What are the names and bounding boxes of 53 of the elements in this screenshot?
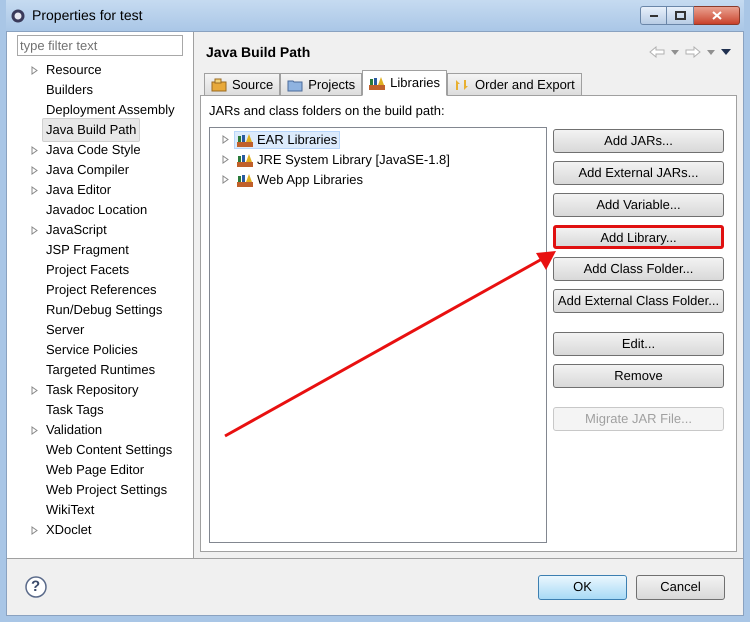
library-item[interactable]: EAR Libraries — [234, 130, 340, 148]
expand-icon[interactable] — [31, 386, 38, 394]
action-button[interactable]: Add JARs... — [553, 128, 724, 152]
help-icon[interactable] — [25, 576, 47, 598]
menu-icon[interactable] — [721, 49, 731, 55]
expand-icon[interactable] — [31, 426, 38, 434]
back-arrow-icon[interactable] — [649, 46, 665, 58]
action-button[interactable]: Add Class Folder... — [553, 256, 724, 280]
expand-icon[interactable] — [31, 166, 38, 174]
expand-icon[interactable] — [31, 66, 38, 74]
books-icon — [237, 132, 253, 146]
arrows-icon — [454, 78, 470, 92]
books-icon — [237, 172, 253, 186]
tab[interactable]: Projects — [280, 73, 362, 95]
action-button[interactable]: Add External JARs... — [553, 160, 724, 184]
dropdown-icon[interactable] — [671, 50, 679, 54]
list-caption: JARs and class folders on the build path: — [209, 102, 446, 120]
action-button[interactable]: Add Library... — [553, 224, 724, 248]
expand-icon[interactable] — [222, 135, 229, 144]
nav-item[interactable]: Java Build Path — [42, 118, 140, 142]
expand-icon[interactable] — [222, 155, 229, 164]
books-icon — [369, 76, 386, 90]
expand-icon[interactable] — [31, 146, 38, 154]
minimize-icon — [648, 14, 658, 18]
page-title: Java Build Path — [206, 42, 310, 62]
ok-button[interactable]: OK — [538, 574, 627, 600]
maximize-icon — [674, 11, 686, 20]
tab[interactable]: Order and Export — [447, 73, 582, 95]
action-button[interactable]: Edit... — [553, 332, 724, 356]
maximize-button[interactable] — [667, 6, 694, 25]
expand-icon[interactable] — [31, 526, 38, 534]
library-item[interactable]: JRE System Library [JavaSE-1.8] — [234, 150, 453, 168]
filter-field[interactable]: type filter text — [17, 35, 183, 56]
minimize-button[interactable] — [640, 6, 667, 25]
action-button[interactable]: Add External Class Folder... — [553, 288, 724, 312]
library-item[interactable]: Web App Libraries — [234, 170, 366, 188]
expand-icon[interactable] — [31, 186, 38, 194]
expand-icon[interactable] — [222, 175, 229, 184]
action-button[interactable]: Add Variable... — [553, 192, 724, 216]
folder-icon — [287, 78, 304, 92]
package-icon — [211, 78, 227, 92]
window-title: Properties for test — [32, 6, 142, 25]
close-icon — [712, 11, 722, 20]
cancel-button[interactable]: Cancel — [636, 574, 725, 600]
tab[interactable]: Libraries — [362, 70, 448, 96]
dropdown-icon[interactable] — [707, 50, 715, 54]
books-icon — [237, 152, 253, 166]
action-button[interactable]: Remove — [553, 364, 724, 388]
close-button[interactable] — [694, 6, 740, 25]
help-mark: ? — [31, 576, 41, 597]
tab[interactable]: Source — [204, 73, 280, 95]
forward-arrow-icon[interactable] — [685, 46, 701, 58]
expand-icon[interactable] — [31, 226, 38, 234]
